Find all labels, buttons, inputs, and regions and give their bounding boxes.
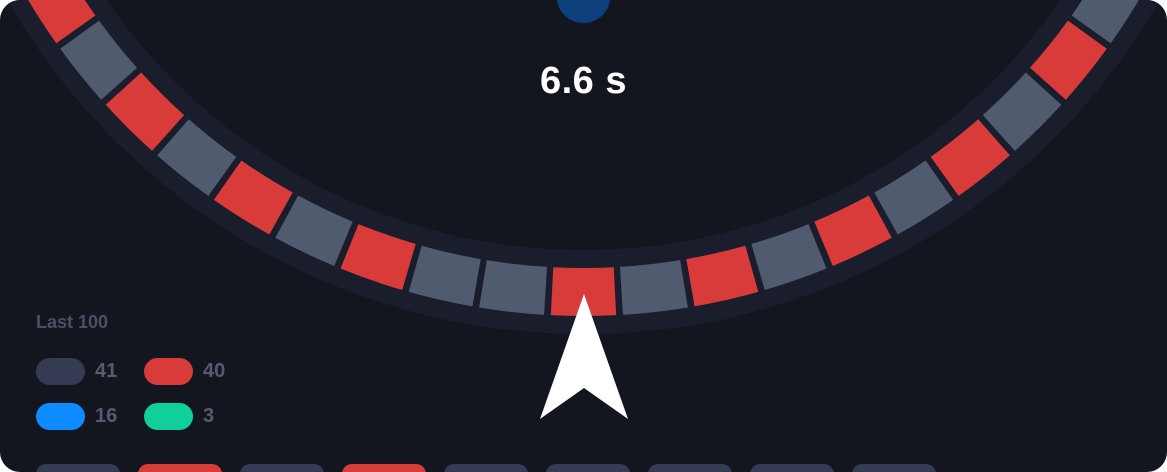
pointer-arrow-icon: [540, 294, 628, 419]
history-chip-gray: [750, 464, 834, 472]
legend-gray: 41: [36, 357, 117, 385]
wheel-ball: [556, 0, 611, 23]
red-count: 40: [203, 359, 226, 382]
history-chip-red: [342, 464, 426, 472]
legend-green: 3: [144, 402, 214, 430]
green-color-swatch: [144, 402, 193, 430]
history-chip-gray: [648, 464, 732, 472]
roulette-panel: 6.6 s Last 100 41 40 16 3: [0, 0, 1167, 472]
blue-count: 16: [95, 404, 118, 427]
history-chip-gray: [852, 464, 936, 472]
recent-results-strip: [36, 464, 954, 472]
last-100-title: Last 100: [36, 312, 109, 332]
gray-count: 41: [95, 359, 118, 382]
red-color-swatch: [144, 357, 193, 385]
history-chip-red: [138, 464, 222, 472]
blue-color-swatch: [36, 402, 85, 430]
gray-color-swatch: [36, 357, 85, 385]
history-chip-gray: [36, 464, 120, 472]
legend-red: 40: [144, 357, 225, 385]
history-chip-gray: [546, 464, 630, 472]
green-count: 3: [203, 404, 215, 427]
wheel-segment-gray: [620, 260, 688, 315]
countdown-timer: 6.6 s: [539, 60, 628, 102]
history-chip-gray: [444, 464, 528, 472]
legend-blue: 16: [36, 402, 117, 430]
history-chip-gray: [240, 464, 324, 472]
wheel-segment-gray: [479, 260, 547, 315]
